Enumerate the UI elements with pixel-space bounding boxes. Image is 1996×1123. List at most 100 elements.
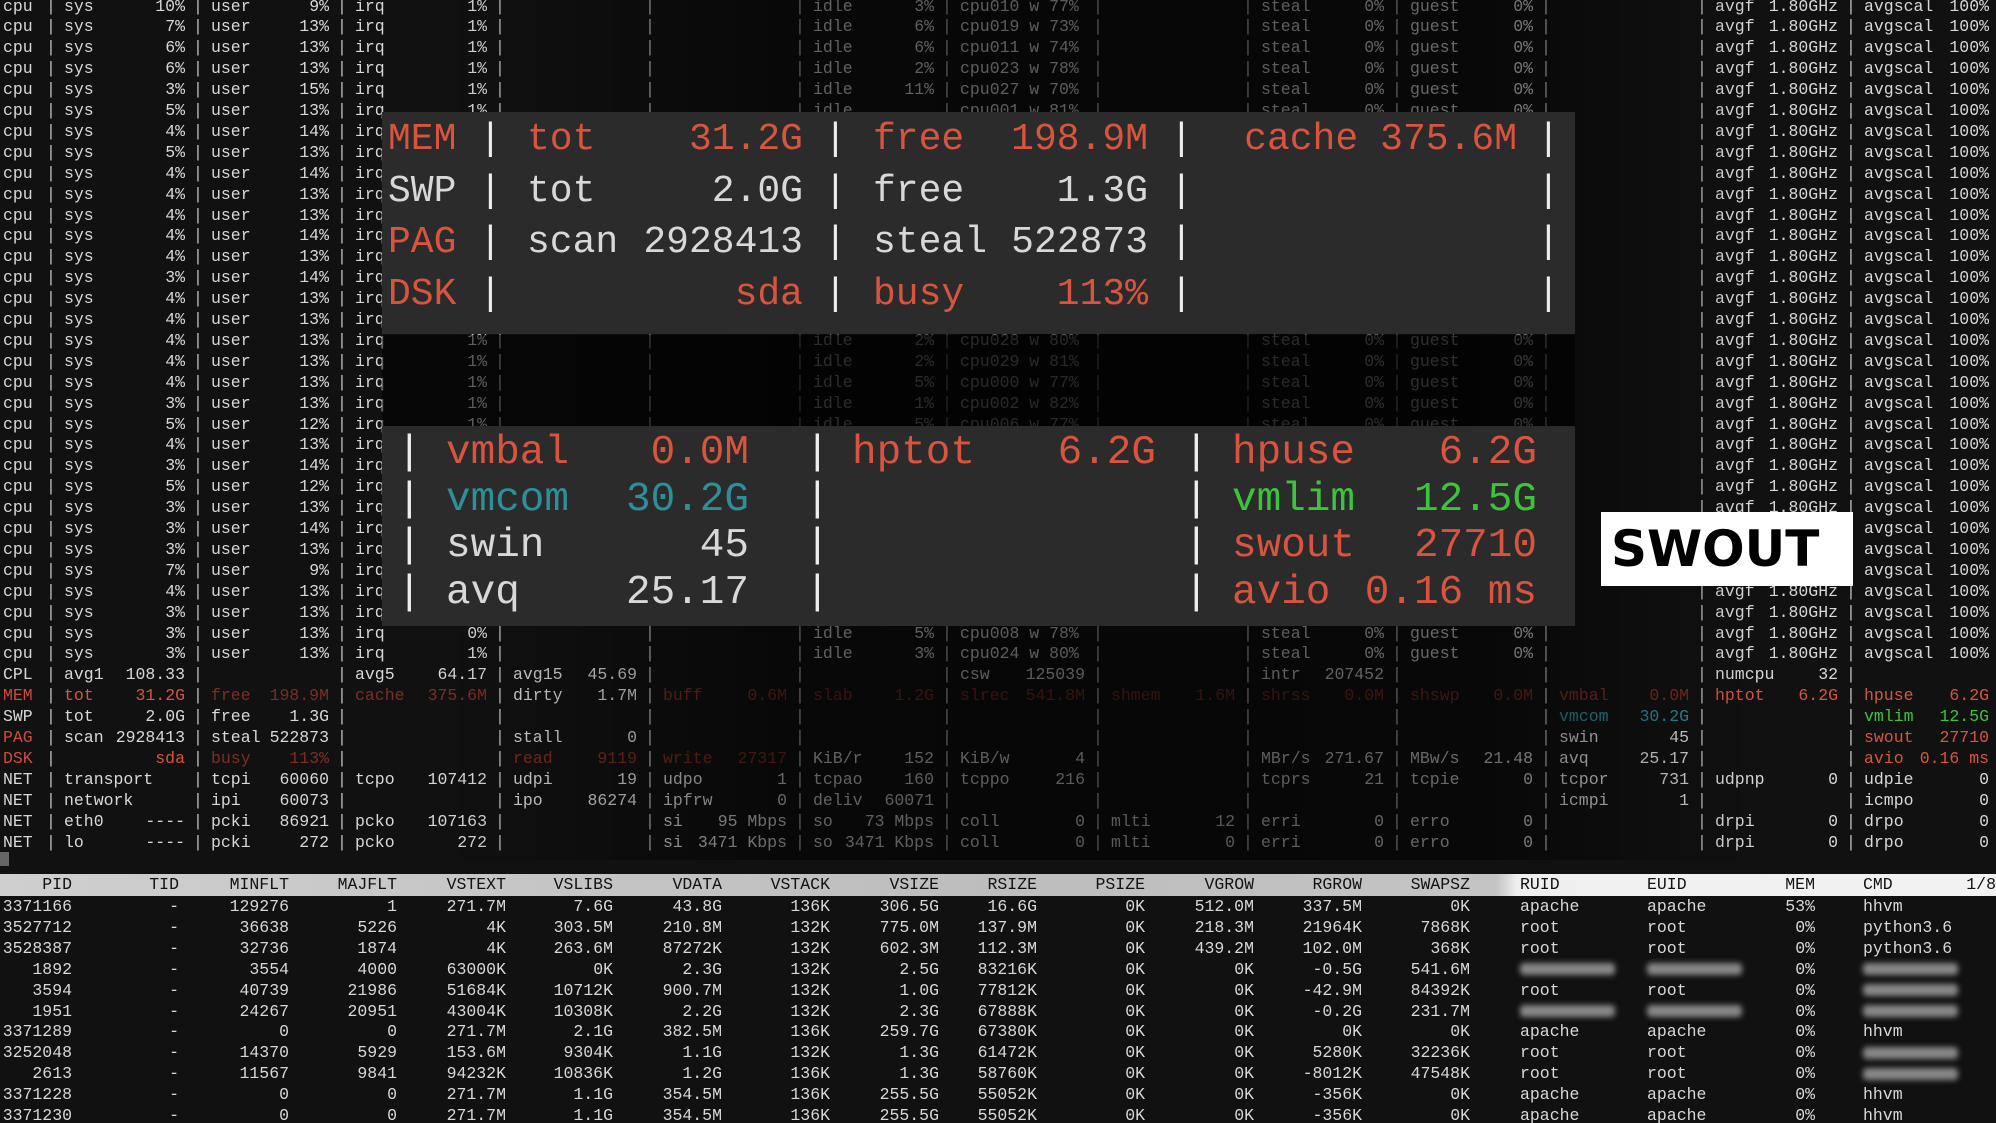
metric-swout: swout 27710 (1864, 727, 1989, 748)
metric-sys: sys 4% (64, 205, 185, 226)
column-separator: | (1846, 268, 1856, 288)
metric-label: avgscal (1864, 519, 1934, 538)
metric-label: avgscal (1864, 163, 1934, 183)
cell-majflt: 5929 (357, 1043, 397, 1063)
metric-icmpo: icmpo 0 (1864, 790, 1989, 811)
metric-avgscal: avgscal 100% (1864, 330, 1989, 351)
column-header-vsize[interactable]: VSIZE (889, 874, 939, 895)
process-row[interactable]: 3594 - 40739 21986 51684K 10712K 900.7M 132K 1.0… (0, 980, 1996, 1001)
process-row[interactable]: 3528387 - 32736 1874 4K 263.6M 87272K 132K 602.3… (0, 938, 1996, 959)
column-separator: | (337, 623, 347, 643)
column-separator: | (337, 790, 347, 810)
column-separator: | (795, 0, 805, 16)
column-separator: | (193, 686, 203, 706)
metric-value: 32 (1818, 665, 1838, 685)
metric-label: avgf (1715, 184, 1755, 204)
metric-label: avgscal (1864, 17, 1934, 37)
cell-vsize: 255.5G (879, 1085, 939, 1105)
metric-value: 1.80GHz (1768, 330, 1838, 350)
cell-rgrow: -42.9M (1302, 980, 1362, 1000)
metric-label: irq (355, 644, 385, 664)
column-header-vgrow[interactable]: VGROW (1204, 874, 1254, 895)
metric-steal: steal 0% (1261, 16, 1384, 37)
column-header-ruid[interactable]: RUID (1520, 874, 1560, 895)
cell-ruid: apache (1520, 897, 1580, 916)
cell-vsize: 1.3G (899, 1064, 939, 1084)
metric-label: irq (355, 121, 385, 141)
cell-vdata: 2.2G (682, 1001, 722, 1021)
column-separator: | (337, 226, 347, 246)
cell-vslibs: 0K (593, 959, 613, 979)
line-tag: cpu (3, 0, 33, 16)
column-header-rgrow[interactable]: RGROW (1312, 874, 1362, 895)
metric-label: slrec (960, 686, 1010, 706)
metric-label: busy (211, 748, 251, 768)
cell-mem: 0% (1795, 917, 1815, 937)
metric-label: avgf (1715, 247, 1755, 267)
metric-value: 1.80GHz (1768, 268, 1838, 288)
metric-label: sys (64, 372, 94, 392)
column-header-swapsz[interactable]: SWAPSZ (1411, 874, 1470, 895)
metric-value: 1.80GHz (1768, 205, 1838, 225)
column-header-minflt[interactable]: MINFLT (230, 874, 289, 895)
column-header-mem[interactable]: MEM (1785, 874, 1815, 895)
cell-vstack: 136K (790, 1022, 830, 1042)
column-separator: | (193, 121, 203, 141)
metric-udpi: udpi 19 (513, 769, 637, 790)
metric-sys: sys 3% (64, 643, 185, 664)
column-header-pid[interactable]: PID (42, 874, 72, 895)
metric-avgscal: avgscal 100% (1864, 414, 1989, 435)
column-separator: | (337, 811, 347, 831)
metric-label: avgscal (1864, 539, 1934, 559)
column-header-vslibs[interactable]: VSLIBS (554, 874, 613, 895)
metric-irq: irq 1% (355, 16, 487, 37)
metric-ipfrw: ipfrw 0 (663, 790, 787, 811)
column-separator: | (1184, 523, 1209, 569)
metric-label: user (211, 351, 251, 371)
column-header-psize[interactable]: PSIZE (1095, 874, 1145, 895)
metric-value: 1 (1679, 790, 1689, 810)
metric-avgscal: avgscal 100% (1864, 393, 1989, 414)
metric-avgscal: avgscal 100% (1864, 623, 1989, 644)
column-header-vstack[interactable]: VSTACK (771, 874, 830, 895)
column-separator: | (1184, 476, 1209, 523)
metric-KiB/r: KiB/r 152 (813, 748, 934, 769)
cell-swapsz: 231.7M (1410, 1001, 1470, 1021)
process-row[interactable]: 3252048 - 14370 5929 153.6M 9304K 1.1G 132K 1.3G… (0, 1042, 1996, 1063)
metric-label: read (513, 748, 553, 768)
metric-value: 60060 (279, 769, 329, 789)
process-row[interactable]: 1892 - 3554 4000 63000K 0K 2.3G 132K 2.5G 83216K 0… (0, 959, 1996, 980)
metric-tcpo: tcpo 107412 (355, 769, 487, 790)
metric-label: user (211, 393, 251, 413)
column-header-tid[interactable]: TID (149, 874, 179, 895)
column-separator: | (1697, 435, 1707, 455)
line-tag: cpu (3, 289, 33, 309)
column-separator: | (1093, 686, 1103, 706)
process-row[interactable]: 2613 - 11567 9841 94232K 10836K 1.2G 136K 1.3G 58… (0, 1063, 1996, 1084)
metric-label: user (211, 539, 251, 559)
column-header-rsize[interactable]: RSIZE (987, 874, 1037, 895)
column-separator: | (1846, 602, 1856, 622)
metric-label: pcko (355, 832, 395, 852)
metric-label: sys (64, 519, 94, 538)
column-separator: | (193, 38, 203, 58)
process-row[interactable]: 3371230 - 0 0 271.7M 1.1G 354.5M 136K 255.5G 5505… (0, 1105, 1996, 1123)
column-header-majflt[interactable]: MAJFLT (338, 874, 397, 895)
process-row[interactable]: 3371289 - 0 0 271.7M 2.1G 382.5M 136K 259.7G 6738… (0, 1021, 1996, 1042)
metric-sys: sys 3% (64, 497, 185, 518)
process-row[interactable]: 1951 - 24267 20951 43004K 10308K 2.2G 132K 2.3G 6… (0, 1001, 1996, 1022)
column-header-vstext[interactable]: VSTEXT (447, 874, 506, 895)
column-header-euid[interactable]: EUID (1647, 874, 1687, 895)
column-header-cmd[interactable]: CMD (1863, 874, 1893, 895)
column-separator: | (479, 221, 502, 264)
process-row[interactable]: 3371166 - 129276 1 271.7M 7.6G 43.8G 136K 306.5G… (0, 896, 1996, 917)
metric-avgscal: avgscal 100% (1864, 518, 1989, 539)
metric-value: 1.3G (1056, 169, 1148, 213)
metric-label: avgscal (1864, 644, 1934, 664)
metric-value: 207452 (1324, 665, 1384, 685)
column-header-vdata[interactable]: VDATA (672, 874, 722, 895)
process-table-header[interactable]: PID TID MINFLT MAJFLT VSTEXT VSLIBS VDATA VSTAC… (0, 874, 1996, 896)
process-row[interactable]: 3527712 - 36638 5226 4K 303.5M 210.8M 132K 775.0… (0, 917, 1996, 938)
metric-value: 1.80GHz (1768, 226, 1838, 246)
process-row[interactable]: 3371228 - 0 0 271.7M 1.1G 354.5M 136K 255.5G 5505… (0, 1084, 1996, 1105)
